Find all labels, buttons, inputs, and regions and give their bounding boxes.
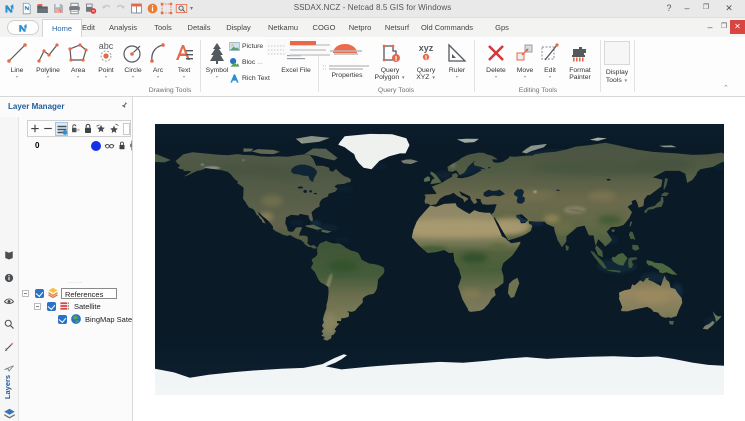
svg-text:xyz: xyz <box>419 43 434 53</box>
svg-text:abc: abc <box>99 41 114 51</box>
